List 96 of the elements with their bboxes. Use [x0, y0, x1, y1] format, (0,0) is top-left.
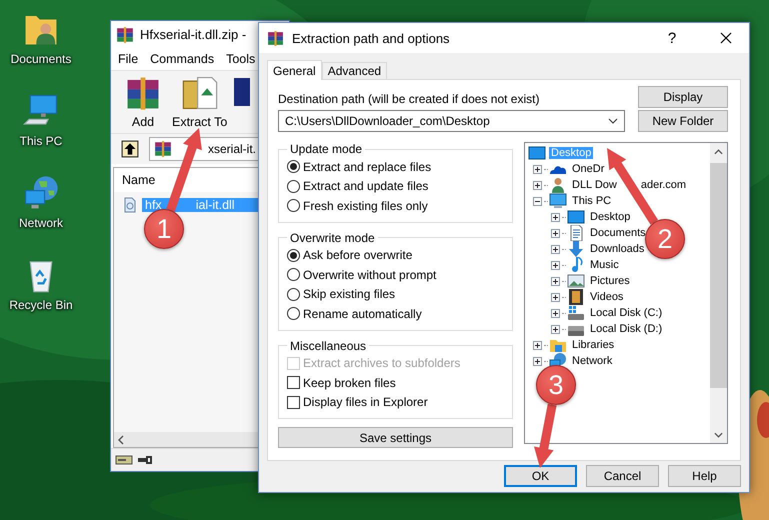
menu-item[interactable]: Commands: [145, 50, 220, 68]
radio-button[interactable]: [287, 288, 300, 301]
radio-button[interactable]: [287, 248, 300, 262]
group-title: Miscellaneous: [289, 338, 368, 352]
help-button[interactable]: ?: [662, 30, 682, 46]
computer-icon: [549, 193, 567, 209]
radio-button[interactable]: [287, 180, 300, 193]
tree-item[interactable]: Libraries: [570, 339, 616, 351]
option-label[interactable]: Fresh existing files only: [303, 198, 428, 213]
archive-icon: [116, 26, 134, 44]
extract-to-button[interactable]: Extract To: [169, 71, 230, 133]
menu-item[interactable]: File: [113, 50, 144, 68]
scroll-up-icon: [714, 148, 723, 154]
monitor-icon: [567, 209, 585, 225]
expand-icon[interactable]: [551, 324, 560, 334]
icon-label: Recycle Bin: [9, 298, 73, 312]
book-icon: [234, 76, 250, 108]
close-icon: [720, 32, 732, 44]
expand-icon[interactable]: [551, 260, 560, 270]
tree-item[interactable]: Local Disk (C:): [588, 307, 664, 319]
archive-icon: [154, 140, 172, 158]
path-combo-box[interactable]: C:\Users\DllDownloader_com\Desktop: [278, 110, 625, 132]
tree-item[interactable]: Downloads: [588, 243, 646, 255]
expand-icon[interactable]: [551, 292, 560, 302]
archive-icon: [267, 30, 284, 46]
radio-button[interactable]: [287, 199, 300, 212]
tree-item[interactable]: This PC: [570, 195, 614, 207]
checkbox[interactable]: [287, 396, 300, 409]
expand-icon[interactable]: [551, 276, 560, 286]
expand-icon[interactable]: [551, 244, 560, 254]
tree-item[interactable]: Desktop: [588, 211, 632, 223]
dialog-button[interactable]: Cancel: [586, 465, 659, 487]
option-label[interactable]: Keep broken files: [303, 376, 396, 390]
tree-item[interactable]: Documents: [588, 227, 648, 239]
option-label[interactable]: Skip existing files: [303, 287, 396, 302]
icon-label: Network: [18, 216, 63, 230]
expand-icon[interactable]: [551, 212, 560, 222]
field-label: Destination path (will be created if does not exist): [278, 92, 540, 106]
library-folder-icon: [549, 337, 567, 353]
new-folder-button[interactable]: New Folder: [638, 110, 728, 132]
scroll-thumb[interactable]: [710, 163, 727, 388]
annotation-arrow: [534, 404, 557, 468]
expand-icon[interactable]: [551, 228, 560, 238]
radio-button[interactable]: [287, 307, 300, 320]
close-button[interactable]: [720, 32, 732, 44]
tree-item[interactable]: Network: [570, 355, 614, 367]
monitor-icon: [528, 145, 546, 161]
tree-item[interactable]: Music: [588, 259, 621, 271]
option-label[interactable]: Display files in Explorer: [303, 395, 428, 410]
window-title: Hfxserial-it.dll.zip -: [140, 27, 246, 42]
add-button[interactable]: Add: [121, 71, 165, 133]
dialog-button[interactable]: OK: [504, 465, 577, 487]
up-folder-icon: [121, 140, 139, 158]
display-button[interactable]: Display: [638, 86, 728, 108]
tab[interactable]: Advanced: [322, 62, 388, 79]
scroll-down-icon: [714, 432, 723, 438]
expand-icon[interactable]: [551, 308, 560, 318]
save-settings-button[interactable]: Save settings: [278, 427, 513, 448]
scroll-left-icon: [118, 434, 124, 444]
collapse-icon[interactable]: [533, 196, 542, 206]
expand-icon[interactable]: [533, 180, 542, 190]
tree-item[interactable]: Pictures: [588, 275, 632, 287]
file-icon: [122, 196, 138, 214]
expand-icon[interactable]: [533, 164, 542, 174]
dialog-title: Extraction path and options: [292, 30, 451, 46]
tree-item[interactable]: DLL Dow ader.com: [570, 179, 688, 191]
folder-icon: [180, 74, 219, 112]
group-title: Overwrite mode: [289, 230, 376, 244]
radio-button[interactable]: [287, 160, 300, 174]
film-icon: [567, 289, 585, 305]
group-title: Update mode: [289, 142, 364, 156]
person-icon: [549, 177, 567, 193]
option-label[interactable]: Extract and replace files: [303, 160, 432, 174]
option-label[interactable]: Extract and update files: [303, 179, 428, 194]
column-header[interactable]: Name: [122, 173, 156, 187]
option-label[interactable]: Rename automatically: [303, 306, 422, 321]
chevron-down-icon: [608, 118, 618, 124]
expand-icon[interactable]: [533, 340, 542, 350]
tree-item[interactable]: OneDr: [570, 163, 606, 175]
option-label[interactable]: Ask before overwrite: [303, 248, 412, 262]
tab[interactable]: General: [267, 60, 322, 80]
tree-item[interactable]: Local Disk (D:): [588, 323, 664, 335]
menu-item[interactable]: Tools: [221, 50, 260, 68]
tree-item[interactable]: Videos: [588, 291, 626, 303]
up-button[interactable]: [121, 140, 139, 158]
drive-icon: [567, 305, 585, 321]
icon-label: This PC: [20, 134, 62, 148]
icon-label: Documents: [10, 52, 72, 66]
radio-button[interactable]: [287, 268, 300, 282]
expand-icon[interactable]: [533, 356, 542, 366]
down-arrow-icon: [567, 241, 585, 257]
dialog-button[interactable]: Help: [668, 465, 741, 487]
checkbox[interactable]: [287, 376, 300, 390]
image-icon: [567, 273, 585, 289]
option-label[interactable]: Overwrite without prompt: [303, 268, 436, 282]
vertical-scrollbar[interactable]: [710, 143, 727, 443]
